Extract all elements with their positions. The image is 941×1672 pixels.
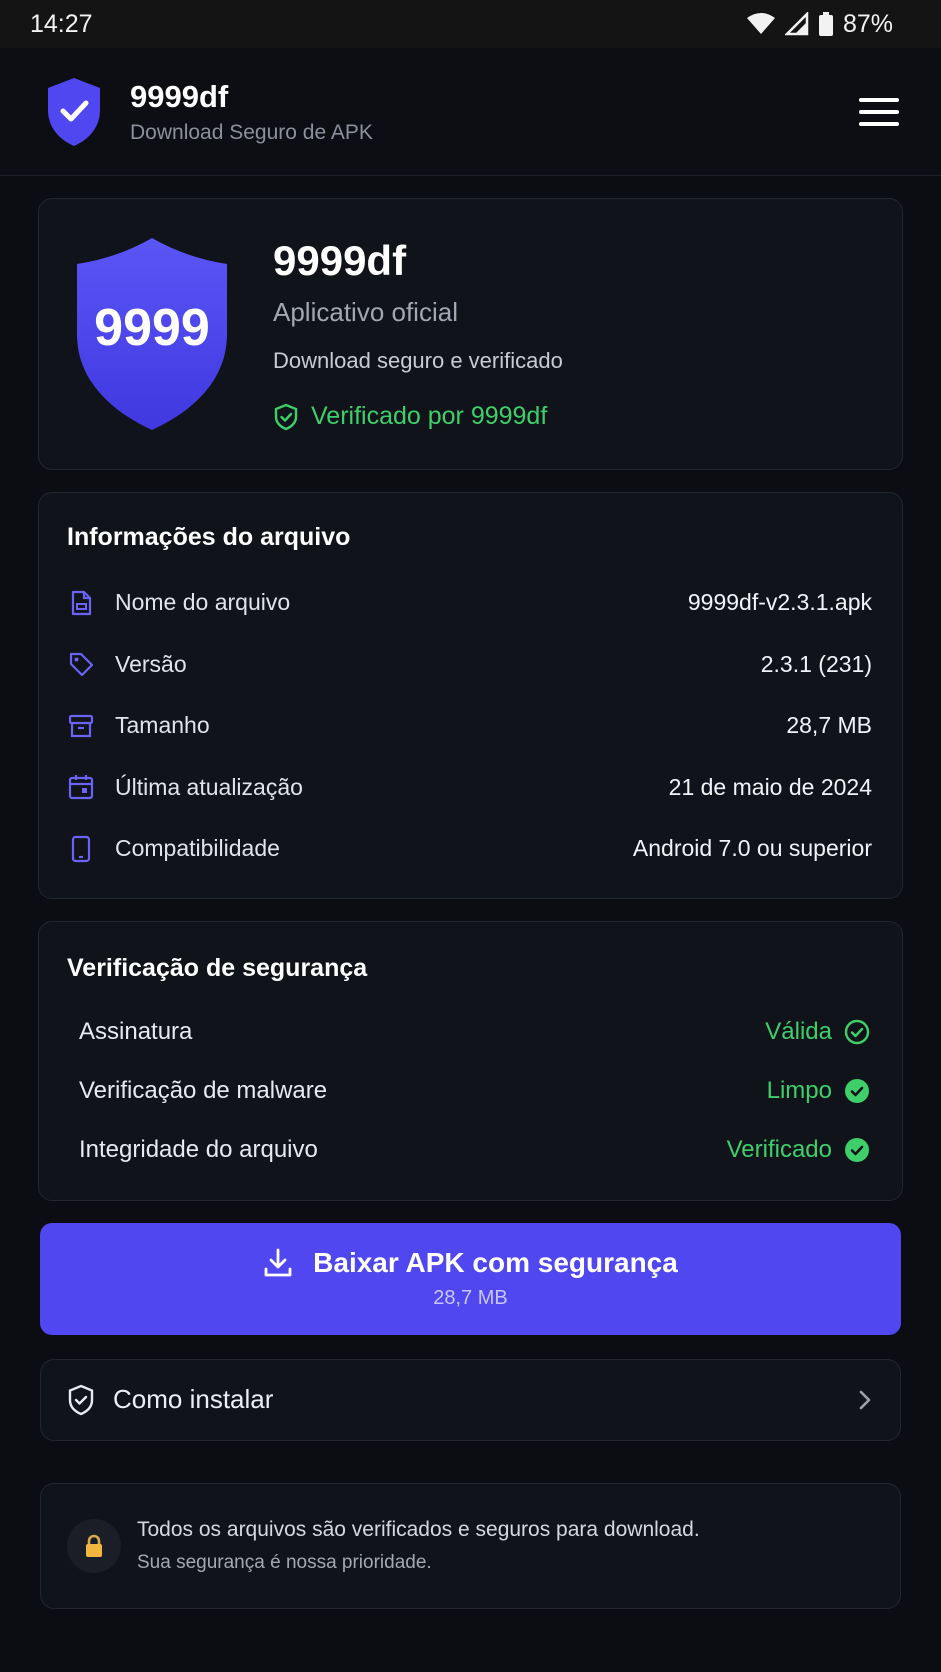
app-title: 9999df xyxy=(130,78,229,114)
file-info-card: Informações do arquivo Nome do arquivo 9… xyxy=(38,492,903,899)
calendar-icon xyxy=(67,773,95,801)
app-description: Download seguro e verificado xyxy=(273,348,563,373)
security-row-integrity: Integridade do arquivo Verificado xyxy=(67,1121,870,1180)
wifi-icon xyxy=(746,13,775,34)
info-label: Compatibilidade xyxy=(115,835,280,862)
file-info-title: Informações do arquivo xyxy=(67,523,351,551)
how-to-install-button[interactable]: Como instalar xyxy=(40,1358,901,1441)
shield-check-icon xyxy=(68,1384,94,1415)
info-row-updated: Última atualização 21 de maio de 2024 xyxy=(67,757,872,819)
security-status: Limpo xyxy=(766,1077,832,1104)
security-status: Verificado xyxy=(726,1136,832,1163)
signal-icon xyxy=(784,12,809,36)
status-icons: 87% xyxy=(746,9,893,39)
app-subtitle: Download Seguro de APK xyxy=(130,120,373,144)
info-value: 2.3.1 (231) xyxy=(760,650,872,677)
shield-check-icon xyxy=(274,403,298,430)
check-circle-icon xyxy=(844,1019,870,1045)
main-content: 9999 9999df Aplicativo oficial Download … xyxy=(0,176,941,1609)
status-time: 14:27 xyxy=(30,9,93,38)
info-value: 9999df-v2.3.1.apk xyxy=(687,589,872,616)
security-status: Válida xyxy=(765,1018,832,1045)
security-label: Verificação de malware xyxy=(79,1077,328,1104)
info-value: 28,7 MB xyxy=(786,712,872,739)
info-row-version: Versão 2.3.1 (231) xyxy=(67,634,872,696)
info-label: Tamanho xyxy=(115,712,210,739)
info-label: Nome do arquivo xyxy=(115,589,291,616)
download-icon xyxy=(264,1248,292,1277)
security-label: Integridade do arquivo xyxy=(79,1136,318,1163)
status-bar: 14:27 87% xyxy=(0,0,941,48)
file-icon xyxy=(67,589,95,617)
app-shield-badge: 9999 xyxy=(67,234,237,434)
security-card: Verificação de segurança Assinatura Váli… xyxy=(38,920,903,1201)
battery-percent: 87% xyxy=(842,9,893,38)
verified-badge: Verificado por 9999df xyxy=(273,402,563,431)
security-row-signature: Assinatura Válida xyxy=(67,1003,870,1062)
notice-subtext: Sua segurança é nossa prioridade. xyxy=(137,1551,432,1573)
lock-icon xyxy=(67,1518,121,1573)
security-label: Assinatura xyxy=(79,1018,193,1045)
info-row-compat: Compatibilidade Android 7.0 ou superior xyxy=(67,818,872,880)
app-name: 9999df xyxy=(273,237,407,284)
notice-text: Todos os arquivos são verificados e segu… xyxy=(137,1517,700,1541)
verified-text: Verificado por 9999df xyxy=(311,402,548,430)
shield-number: 9999 xyxy=(94,299,210,357)
tag-icon xyxy=(67,650,95,678)
security-title: Verificação de segurança xyxy=(67,953,368,982)
security-notice: Todos os arquivos são verificados e segu… xyxy=(40,1482,901,1609)
security-row-malware: Verificação de malware Limpo xyxy=(67,1062,870,1121)
info-label: Última atualização xyxy=(115,773,303,800)
info-row-filename: Nome do arquivo 9999df-v2.3.1.apk xyxy=(67,572,872,634)
download-apk-button[interactable]: Baixar APK com segurança 28,7 MB xyxy=(40,1222,901,1335)
info-label: Versão xyxy=(115,650,187,677)
menu-button[interactable] xyxy=(859,95,899,129)
how-to-install-label: Como instalar xyxy=(113,1384,274,1414)
info-row-size: Tamanho 28,7 MB xyxy=(67,695,872,757)
app-hero-card: 9999 9999df Aplicativo oficial Download … xyxy=(38,198,903,470)
archive-icon xyxy=(67,712,95,740)
check-circle-filled-icon xyxy=(845,1079,869,1103)
check-circle-filled-icon xyxy=(845,1138,869,1162)
app-subtitle-official: Aplicativo oficial xyxy=(273,297,458,327)
app-bar: 9999df Download Seguro de APK xyxy=(0,48,941,176)
chevron-right-icon xyxy=(859,1390,871,1409)
info-value: 21 de maio de 2024 xyxy=(668,773,872,800)
shield-check-logo-icon xyxy=(48,77,100,146)
download-label: Baixar APK com segurança xyxy=(313,1247,678,1278)
download-size: 28,7 MB xyxy=(433,1287,508,1309)
menu-icon xyxy=(859,97,899,102)
battery-icon xyxy=(818,12,833,36)
info-value: Android 7.0 ou superior xyxy=(632,835,872,862)
phone-icon xyxy=(67,835,95,863)
